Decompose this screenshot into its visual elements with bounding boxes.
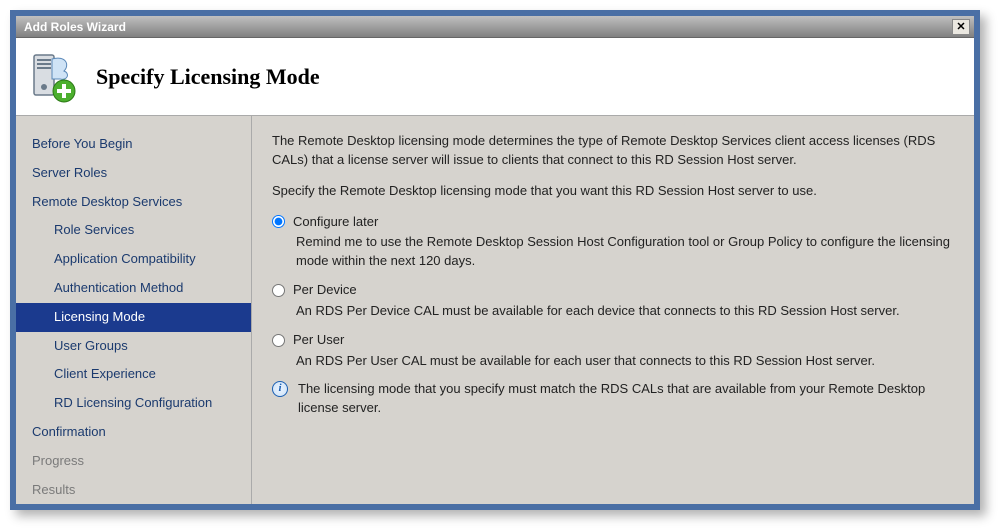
radio-option-per-user: Per User An RDS Per User CAL must be avai… xyxy=(272,331,952,371)
wizard-window: Add Roles Wizard ✕ Specify Licensing Mod… xyxy=(10,10,980,510)
wizard-header: Specify Licensing Mode xyxy=(16,38,974,116)
radio-description: An RDS Per Device CAL must be available … xyxy=(296,302,952,321)
nav-item-rd-licensing-configuration[interactable]: RD Licensing Configuration xyxy=(16,389,251,418)
close-icon: ✕ xyxy=(956,20,965,33)
wizard-body: Before You BeginServer RolesRemote Deskt… xyxy=(16,116,974,504)
nav-item-remote-desktop-services[interactable]: Remote Desktop Services xyxy=(16,188,251,217)
radio-label: Per Device xyxy=(293,281,357,300)
nav-item-user-groups[interactable]: User Groups xyxy=(16,332,251,361)
page-title: Specify Licensing Mode xyxy=(96,64,320,90)
radio-input[interactable] xyxy=(272,284,285,297)
info-note: i The licensing mode that you specify mu… xyxy=(272,380,952,418)
intro-paragraph-1: The Remote Desktop licensing mode determ… xyxy=(272,132,952,170)
nav-item-client-experience[interactable]: Client Experience xyxy=(16,360,251,389)
nav-item-before-you-begin[interactable]: Before You Begin xyxy=(16,130,251,159)
close-button[interactable]: ✕ xyxy=(952,19,970,35)
info-text: The licensing mode that you specify must… xyxy=(298,380,952,418)
server-role-icon xyxy=(26,51,78,103)
radio-description: An RDS Per User CAL must be available fo… xyxy=(296,352,952,371)
nav-item-server-roles[interactable]: Server Roles xyxy=(16,159,251,188)
title-bar: Add Roles Wizard ✕ xyxy=(16,16,974,38)
nav-item-application-compatibility[interactable]: Application Compatibility xyxy=(16,245,251,274)
wizard-content: The Remote Desktop licensing mode determ… xyxy=(252,116,974,504)
radio-label: Per User xyxy=(293,331,344,350)
nav-item-results: Results xyxy=(16,476,251,505)
radio-row[interactable]: Configure later xyxy=(272,213,952,232)
info-icon: i xyxy=(272,381,288,397)
radio-row[interactable]: Per Device xyxy=(272,281,952,300)
nav-item-authentication-method[interactable]: Authentication Method xyxy=(16,274,251,303)
radio-input[interactable] xyxy=(272,215,285,228)
nav-item-role-services[interactable]: Role Services xyxy=(16,216,251,245)
radio-option-per-device: Per Device An RDS Per Device CAL must be … xyxy=(272,281,952,321)
radio-option-configure-later: Configure laterRemind me to use the Remo… xyxy=(272,213,952,272)
nav-item-confirmation[interactable]: Confirmation xyxy=(16,418,251,447)
nav-item-licensing-mode[interactable]: Licensing Mode xyxy=(16,303,251,332)
radio-row[interactable]: Per User xyxy=(272,331,952,350)
window-title: Add Roles Wizard xyxy=(24,20,952,34)
radio-description: Remind me to use the Remote Desktop Sess… xyxy=(296,233,952,271)
nav-item-progress: Progress xyxy=(16,447,251,476)
licensing-options: Configure laterRemind me to use the Remo… xyxy=(272,213,952,371)
radio-input[interactable] xyxy=(272,334,285,347)
wizard-sidebar: Before You BeginServer RolesRemote Deskt… xyxy=(16,116,252,504)
intro-paragraph-2: Specify the Remote Desktop licensing mod… xyxy=(272,182,952,201)
radio-label: Configure later xyxy=(293,213,378,232)
